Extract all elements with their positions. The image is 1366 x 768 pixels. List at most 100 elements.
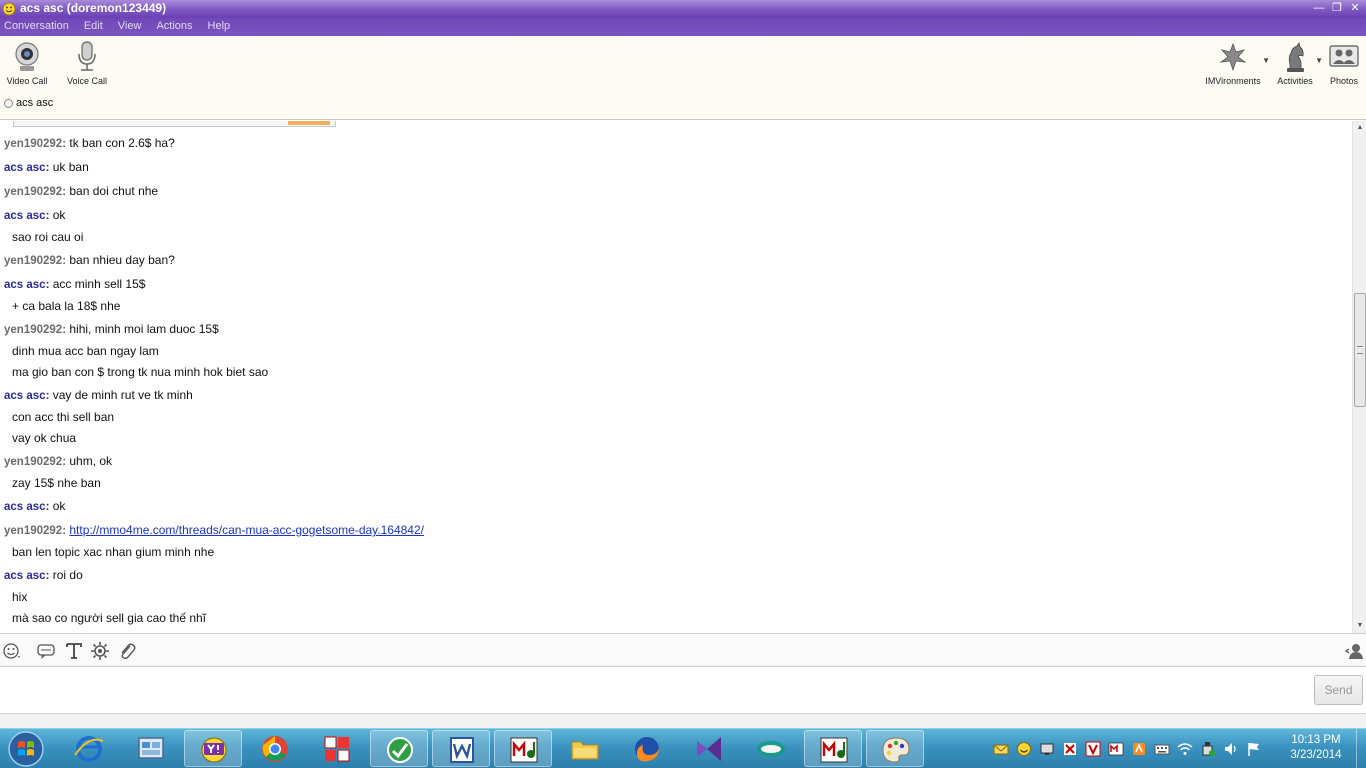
v-app-icon[interactable] [1085, 741, 1101, 757]
message-text: roi do [49, 568, 83, 582]
taskbar-visual-studio[interactable] [680, 730, 738, 767]
taskbar-app-mb[interactable] [494, 730, 552, 767]
speech-bubble-icon[interactable] [36, 641, 56, 661]
restore-icon[interactable]: ❐ [1330, 1, 1344, 15]
message-line: acs asc: acc minh sell 15$ [4, 277, 145, 291]
taskbar-unikey[interactable] [308, 730, 366, 767]
taskbar-paint[interactable] [866, 730, 924, 767]
taskbar-viettel[interactable] [742, 730, 800, 767]
leaf-icon [1219, 42, 1247, 72]
imvironments-label: IMVironments [1205, 76, 1261, 86]
taskbar-clock[interactable]: 10:13 PM 3/23/2014 [1278, 733, 1354, 763]
taskbar-explorer[interactable] [556, 730, 614, 767]
window-title: acs asc (doremon123449) [20, 1, 167, 15]
microphone-icon [78, 41, 96, 71]
webcam-icon [15, 42, 39, 71]
photos-label: Photos [1329, 76, 1359, 86]
paperclip-icon[interactable] [117, 641, 137, 661]
voice-call-label: Voice Call [66, 76, 108, 86]
contact-status[interactable]: acs asc [4, 97, 53, 109]
windows-start-icon[interactable] [6, 730, 46, 768]
clock-time: 10:13 PM [1291, 734, 1341, 746]
message-link[interactable]: http://mmo4me.com/threads/can-mua-acc-go… [69, 523, 424, 537]
message-continuation: + ca bala la 18$ nhe [12, 299, 120, 313]
taskbar-yahoo-messenger[interactable] [184, 730, 242, 767]
status-indicator-icon [4, 98, 13, 108]
flag-icon[interactable] [1246, 741, 1262, 757]
taskbar-app-green[interactable] [370, 730, 428, 767]
taskbar-chrome[interactable] [246, 730, 304, 767]
message-input[interactable] [0, 667, 1306, 713]
gear-icon[interactable] [90, 641, 110, 661]
paint-palette-icon [882, 737, 910, 763]
photos-people-icon [1329, 45, 1359, 67]
close-icon[interactable]: ✕ [1348, 1, 1362, 15]
control-panel-icon [138, 737, 164, 759]
send-button[interactable]: Send [1314, 675, 1363, 705]
mail-icon[interactable] [993, 741, 1009, 757]
message-text: sao roi cau oi [12, 230, 84, 244]
taskbar-word[interactable] [432, 730, 490, 767]
taskbar-firefox[interactable] [618, 730, 676, 767]
menu-bar: Conversation Edit View Actions Help [0, 18, 1366, 36]
message-text: ban len topic xac nhan gium minh nhe [12, 545, 215, 559]
menu-help[interactable]: Help [208, 18, 231, 35]
antivirus-icon[interactable] [1062, 741, 1078, 757]
message-sender: acs asc: [4, 279, 50, 291]
orange-app-icon[interactable] [1131, 741, 1147, 757]
scroll-up-icon[interactable]: ▲ [1353, 121, 1366, 135]
smiley-icon[interactable] [1016, 741, 1032, 757]
message-sender: yen190292: [4, 138, 67, 150]
music-tray-icon[interactable] [1108, 741, 1124, 757]
message-sender: yen190292: [4, 525, 67, 537]
volume-icon[interactable] [1223, 741, 1239, 757]
message-text: ban doi chut nhe [66, 184, 159, 198]
chevron-down-icon[interactable]: ▼ [1262, 56, 1270, 65]
taskbar-app-mb-2[interactable] [804, 730, 862, 767]
scroll-down-icon[interactable]: ▼ [1353, 619, 1366, 633]
smiley-icon[interactable] [2, 641, 22, 661]
message-sender: yen190292: [4, 186, 67, 198]
message-text: ok [49, 499, 66, 513]
menu-edit[interactable]: Edit [84, 18, 103, 35]
usb-icon[interactable] [1200, 741, 1216, 757]
text-format-icon[interactable] [64, 641, 84, 661]
scrollbar-thumb[interactable] [1354, 293, 1366, 407]
message-line: acs asc: vay de minh rut ve tk minh [4, 388, 193, 402]
message-sender: yen190292: [4, 456, 67, 468]
activities-button[interactable]: ▼ Activities [1275, 40, 1323, 86]
taskbar-internet-explorer[interactable] [60, 730, 118, 767]
video-call-button[interactable]: Video Call [6, 40, 48, 86]
menu-view[interactable]: View [118, 18, 142, 35]
yahoo-messenger-icon [201, 737, 227, 763]
message-sender: acs asc: [4, 501, 50, 513]
keyboard-icon[interactable] [1154, 741, 1170, 757]
chess-knight-icon [1287, 42, 1304, 72]
message-line: yen190292: ban nhieu day ban? [4, 253, 175, 267]
message-text: tk ban con 2.6$ ha? [66, 136, 175, 150]
taskbar-control-panel[interactable] [122, 730, 180, 767]
minimize-icon[interactable]: — [1312, 1, 1326, 15]
imvironments-button[interactable]: ▼ IMVironments [1204, 40, 1270, 86]
conversation-area: yen190292: tk ban con 2.6$ ha? acs asc: u… [0, 121, 1352, 633]
menu-actions[interactable]: Actions [156, 18, 192, 35]
menu-conversation[interactable]: Conversation [4, 18, 69, 35]
person-icon[interactable] [1344, 641, 1364, 661]
unikey-icon [324, 736, 350, 762]
wifi-icon[interactable] [1177, 741, 1193, 757]
word-icon [450, 737, 474, 763]
viettel-icon [757, 741, 785, 757]
message-continuation: mà sao co người sell gia cao thế nhĩ [12, 611, 206, 625]
conversation-scrollbar[interactable]: ▲ ▼ [1352, 121, 1366, 633]
internet-explorer-icon [74, 736, 104, 762]
photos-button[interactable]: Photos [1326, 40, 1362, 86]
message-continuation: sao roi cau oi [12, 230, 83, 244]
show-desktop-button[interactable] [1356, 729, 1366, 768]
message-line: yen190292: tk ban con 2.6$ ha? [4, 136, 175, 150]
network-icon[interactable] [1039, 741, 1055, 757]
voice-call-button[interactable]: Voice Call [66, 40, 108, 86]
chevron-down-icon[interactable]: ▼ [1315, 56, 1323, 65]
message-line: yen190292: http://mmo4me.com/threads/can… [4, 523, 424, 537]
message-sender: yen190292: [4, 324, 67, 336]
message-line: yen190292: ban doi chut nhe [4, 184, 158, 198]
